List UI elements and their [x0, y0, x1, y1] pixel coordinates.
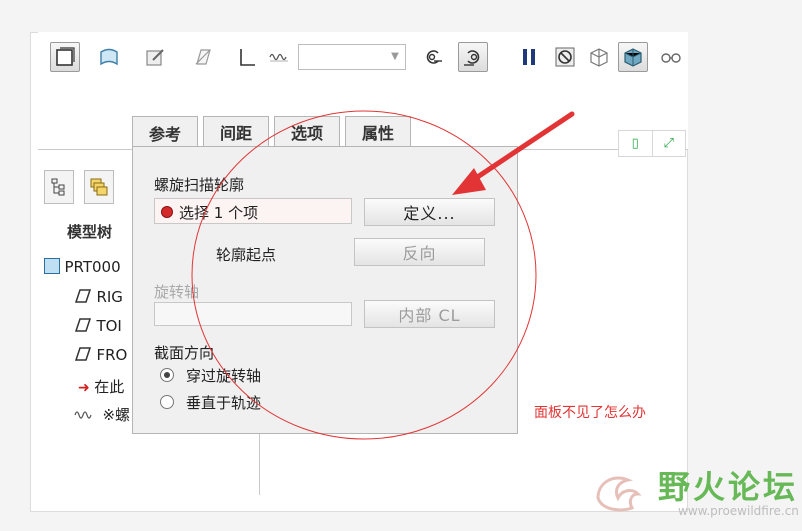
section-direction-label: 截面方向	[154, 344, 215, 362]
profile-start-label: 轮廓起点	[216, 246, 277, 264]
detach-icon[interactable]: ▯	[619, 131, 653, 156]
flame-logo-icon	[596, 476, 642, 512]
tree-item-label: TOI	[96, 317, 122, 335]
tree-item[interactable]: TOI	[74, 317, 122, 335]
sketch-icon[interactable]	[140, 42, 170, 72]
insert-arrow-icon: ➜	[78, 380, 90, 396]
model-tree-header: 模型树	[67, 223, 113, 241]
layers-icon	[90, 178, 108, 196]
tree-item[interactable]: FRO	[74, 346, 127, 364]
chevron-down-icon[interactable]: ▼	[387, 48, 403, 66]
rotation-axis-label: 旋转轴	[154, 283, 200, 301]
thicken-icon[interactable]	[232, 42, 262, 72]
surface-icon[interactable]	[94, 42, 124, 72]
tab-pitch[interactable]: 间距	[203, 116, 269, 147]
tree-item[interactable]: RIG	[74, 288, 123, 306]
internal-cl-button[interactable]: 内部 CL	[364, 300, 495, 328]
watermark-url: www.proewildfire.cn	[678, 504, 799, 518]
tree-item-label: RIG	[96, 288, 123, 306]
watermark: 野火论坛 www.proewildfire.cn	[590, 462, 802, 531]
tree-item-label: 在此	[94, 378, 125, 396]
pitch-combo[interactable]: ▼	[298, 44, 406, 70]
model-tree-tab[interactable]	[44, 170, 74, 204]
rotation-axis-collector[interactable]	[154, 302, 352, 326]
preview-shade-icon[interactable]	[618, 42, 648, 72]
radio-label: 垂直于轨迹	[186, 394, 262, 412]
profile-left-icon[interactable]	[418, 42, 448, 72]
solid-icon[interactable]	[50, 42, 80, 72]
selection-text: 选择 1 个项	[179, 204, 259, 222]
radio-label: 穿过旋转轴	[186, 367, 262, 385]
watermark-logo: 野火论坛	[658, 468, 799, 506]
remove-material-icon[interactable]	[188, 42, 218, 72]
helical-icon	[74, 411, 92, 419]
radio-button[interactable]	[160, 368, 174, 382]
annotation-question: 面板不见了怎么办	[534, 405, 646, 421]
radio-button[interactable]	[160, 395, 174, 409]
tree-item[interactable]: PRT000	[44, 258, 121, 276]
selection-status-icon	[161, 206, 173, 218]
profile-right-icon[interactable]	[458, 42, 488, 72]
expand-icon[interactable]: ⤢	[653, 131, 686, 156]
datum-plane-icon	[74, 318, 92, 332]
part-icon	[44, 258, 60, 274]
tree-item[interactable]: ※螺	[74, 404, 130, 425]
profile-collector[interactable]: 选择 1 个项	[154, 198, 352, 224]
pause-icon[interactable]	[514, 42, 544, 72]
floating-control: ▯ ⤢	[618, 130, 686, 157]
tree-icon	[51, 178, 65, 196]
tree-item-label: PRT000	[64, 258, 121, 276]
datum-plane-icon	[74, 347, 92, 361]
define-button[interactable]: 定义...	[364, 198, 495, 226]
tree-item-label: ※螺	[102, 406, 131, 424]
tree-item[interactable]: ➜ 在此	[78, 376, 124, 397]
helical-pitch-icon[interactable]	[264, 42, 294, 72]
sweep-profile-label: 螺旋扫描轮廓	[154, 176, 245, 194]
layer-tab[interactable]	[84, 170, 114, 204]
tab-options[interactable]: 选项	[274, 116, 340, 147]
tree-item-label: FRO	[96, 346, 128, 364]
reverse-button[interactable]: 反向	[354, 238, 485, 266]
glasses-icon[interactable]	[654, 42, 688, 72]
tab-properties[interactable]: 属性	[345, 116, 411, 147]
preview-frame-icon[interactable]	[584, 42, 614, 72]
tab-references[interactable]: 参考	[132, 116, 198, 148]
datum-plane-icon	[74, 289, 92, 303]
stop-icon[interactable]	[550, 42, 580, 72]
